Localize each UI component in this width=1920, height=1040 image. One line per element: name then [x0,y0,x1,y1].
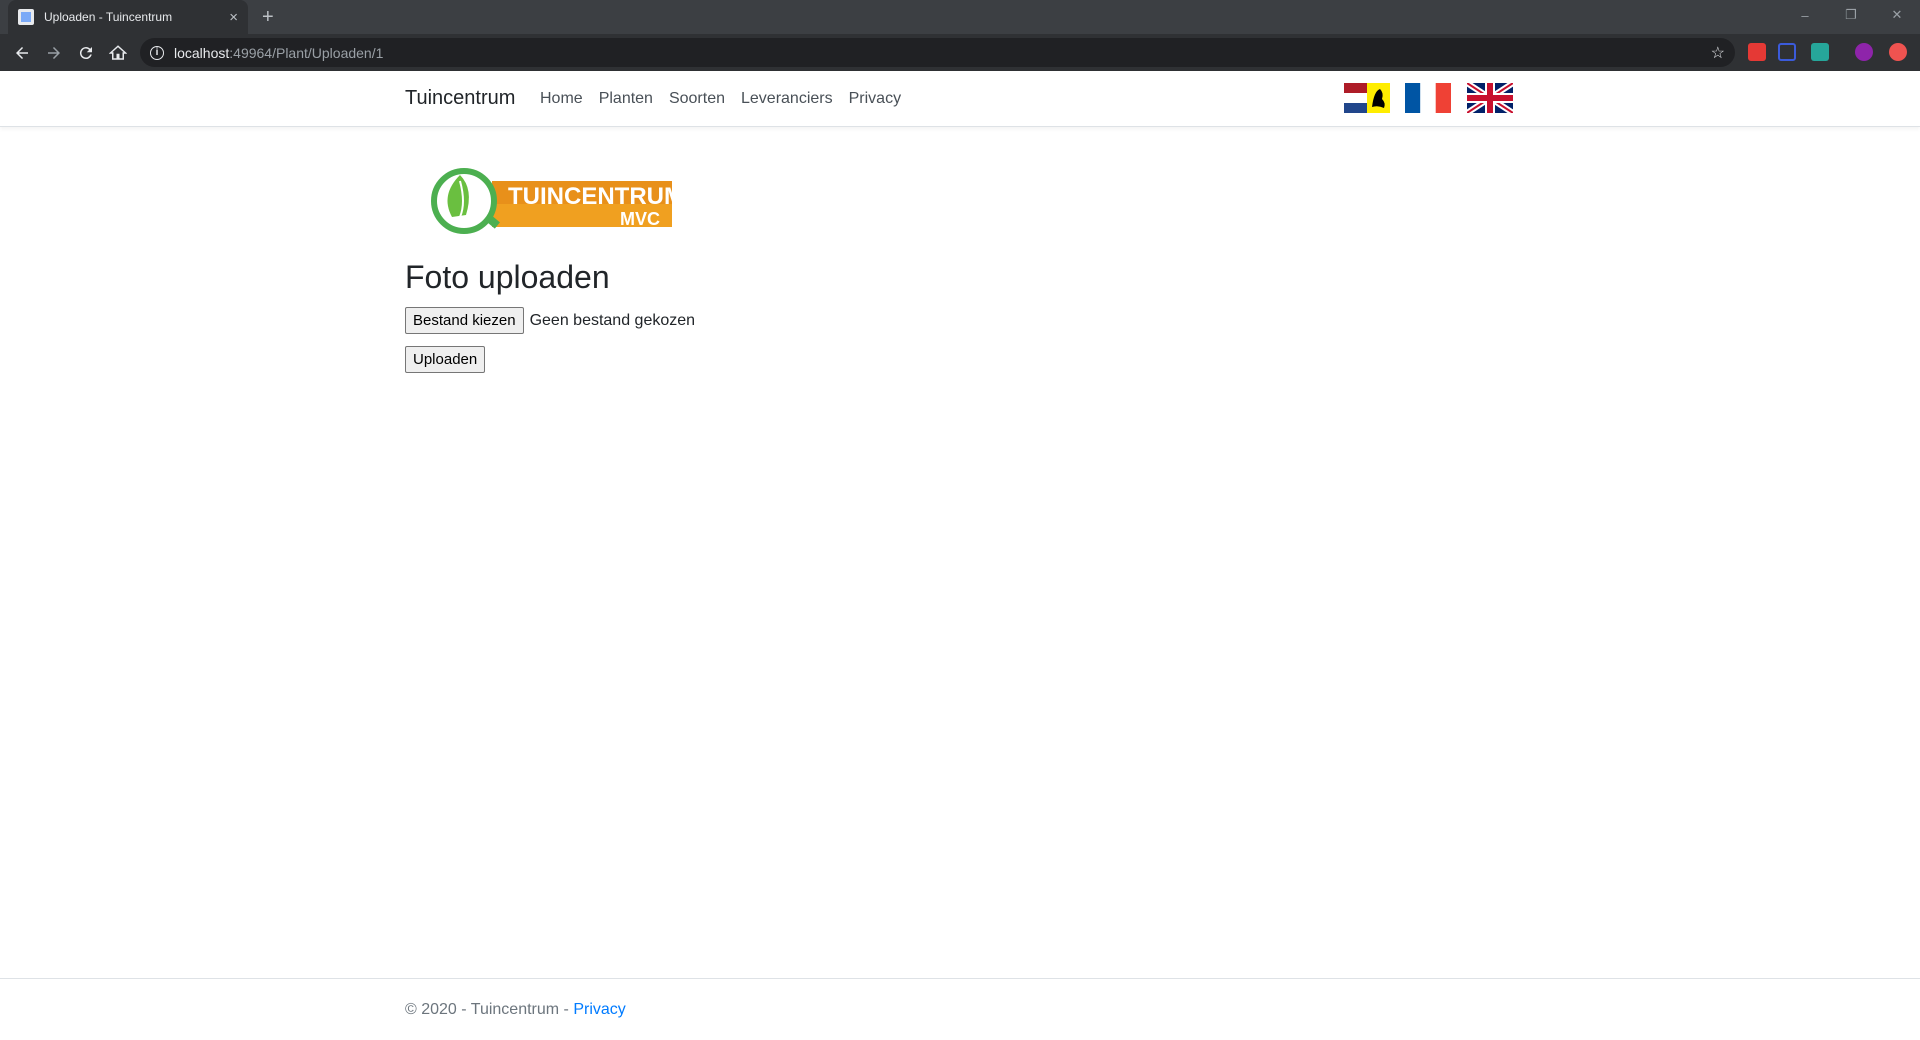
browser-tab[interactable]: Uploaden - Tuincentrum × [8,0,248,34]
logo-text-top: TUINCENTRUM [508,183,676,210]
browser-toolbar: i localhost :49964/Plant/Uploaden/1 ☆ [0,34,1920,71]
back-icon[interactable] [6,37,38,69]
file-input[interactable]: Bestand kiezen Geen bestand gekozen [405,307,695,334]
footer-copyright: © 2020 - Tuincentrum - [405,1001,574,1018]
browser-titlebar: Uploaden - Tuincentrum × + – ❐ ✕ [0,0,1920,34]
nav-link-home[interactable]: Home [540,90,583,108]
restore-icon[interactable]: ❐ [1828,0,1874,30]
web-page: Tuincentrum Home Planten Soorten Leveran… [0,71,1920,1040]
site-info-icon[interactable]: i [150,45,164,60]
adblock-extension-icon[interactable] [1748,43,1766,61]
forward-icon[interactable] [38,37,70,69]
tuincentrum-logo: TUINCENTRUM MVC [430,159,676,241]
choose-file-button[interactable]: Bestand kiezen [405,307,524,334]
nav-link-privacy[interactable]: Privacy [849,90,901,108]
minimize-icon[interactable]: – [1782,0,1828,30]
tab-title: Uploaden - Tuincentrum [44,10,173,24]
page-favicon-icon [18,9,34,25]
nav-links: Home Planten Soorten Leveranciers Privac… [540,90,901,108]
new-tab-icon[interactable]: + [262,5,274,29]
address-bar[interactable]: i localhost :49964/Plant/Uploaden/1 ☆ [140,38,1735,67]
url-host: localhost [174,44,230,61]
logo-text-bottom: MVC [620,209,660,229]
nl-flag-icon[interactable] [1344,83,1390,113]
reload-icon[interactable] [70,37,102,69]
footer-text: © 2020 - Tuincentrum - Privacy [405,1001,626,1019]
close-window-icon[interactable]: ✕ [1874,0,1920,30]
extension-icon-3[interactable] [1889,43,1907,61]
nav-link-leveranciers[interactable]: Leveranciers [741,90,833,108]
tab-close-icon[interactable]: × [229,9,238,26]
url-path: :49964/Plant/Uploaden/1 [229,44,384,61]
page-title: Foto uploaden [405,259,610,295]
uk-flag-icon[interactable] [1467,83,1513,113]
extension-icon[interactable] [1778,43,1796,61]
navbar-brand[interactable]: Tuincentrum [405,87,515,110]
fr-flag-icon[interactable] [1405,83,1451,113]
home-icon[interactable] [102,37,134,69]
file-status-text: Geen bestand gekozen [529,311,696,329]
nav-link-planten[interactable]: Planten [599,90,653,108]
bookmark-star-icon[interactable]: ☆ [1711,43,1725,63]
extension-icon-2[interactable] [1811,43,1829,61]
nav-link-soorten[interactable]: Soorten [669,90,725,108]
site-navbar: Tuincentrum Home Planten Soorten Leveran… [0,71,1920,127]
upload-button[interactable]: Uploaden [405,346,486,373]
profile-avatar-icon[interactable] [1855,43,1873,61]
site-footer: © 2020 - Tuincentrum - Privacy [0,978,1920,1040]
footer-privacy-link[interactable]: Privacy [573,1001,625,1018]
